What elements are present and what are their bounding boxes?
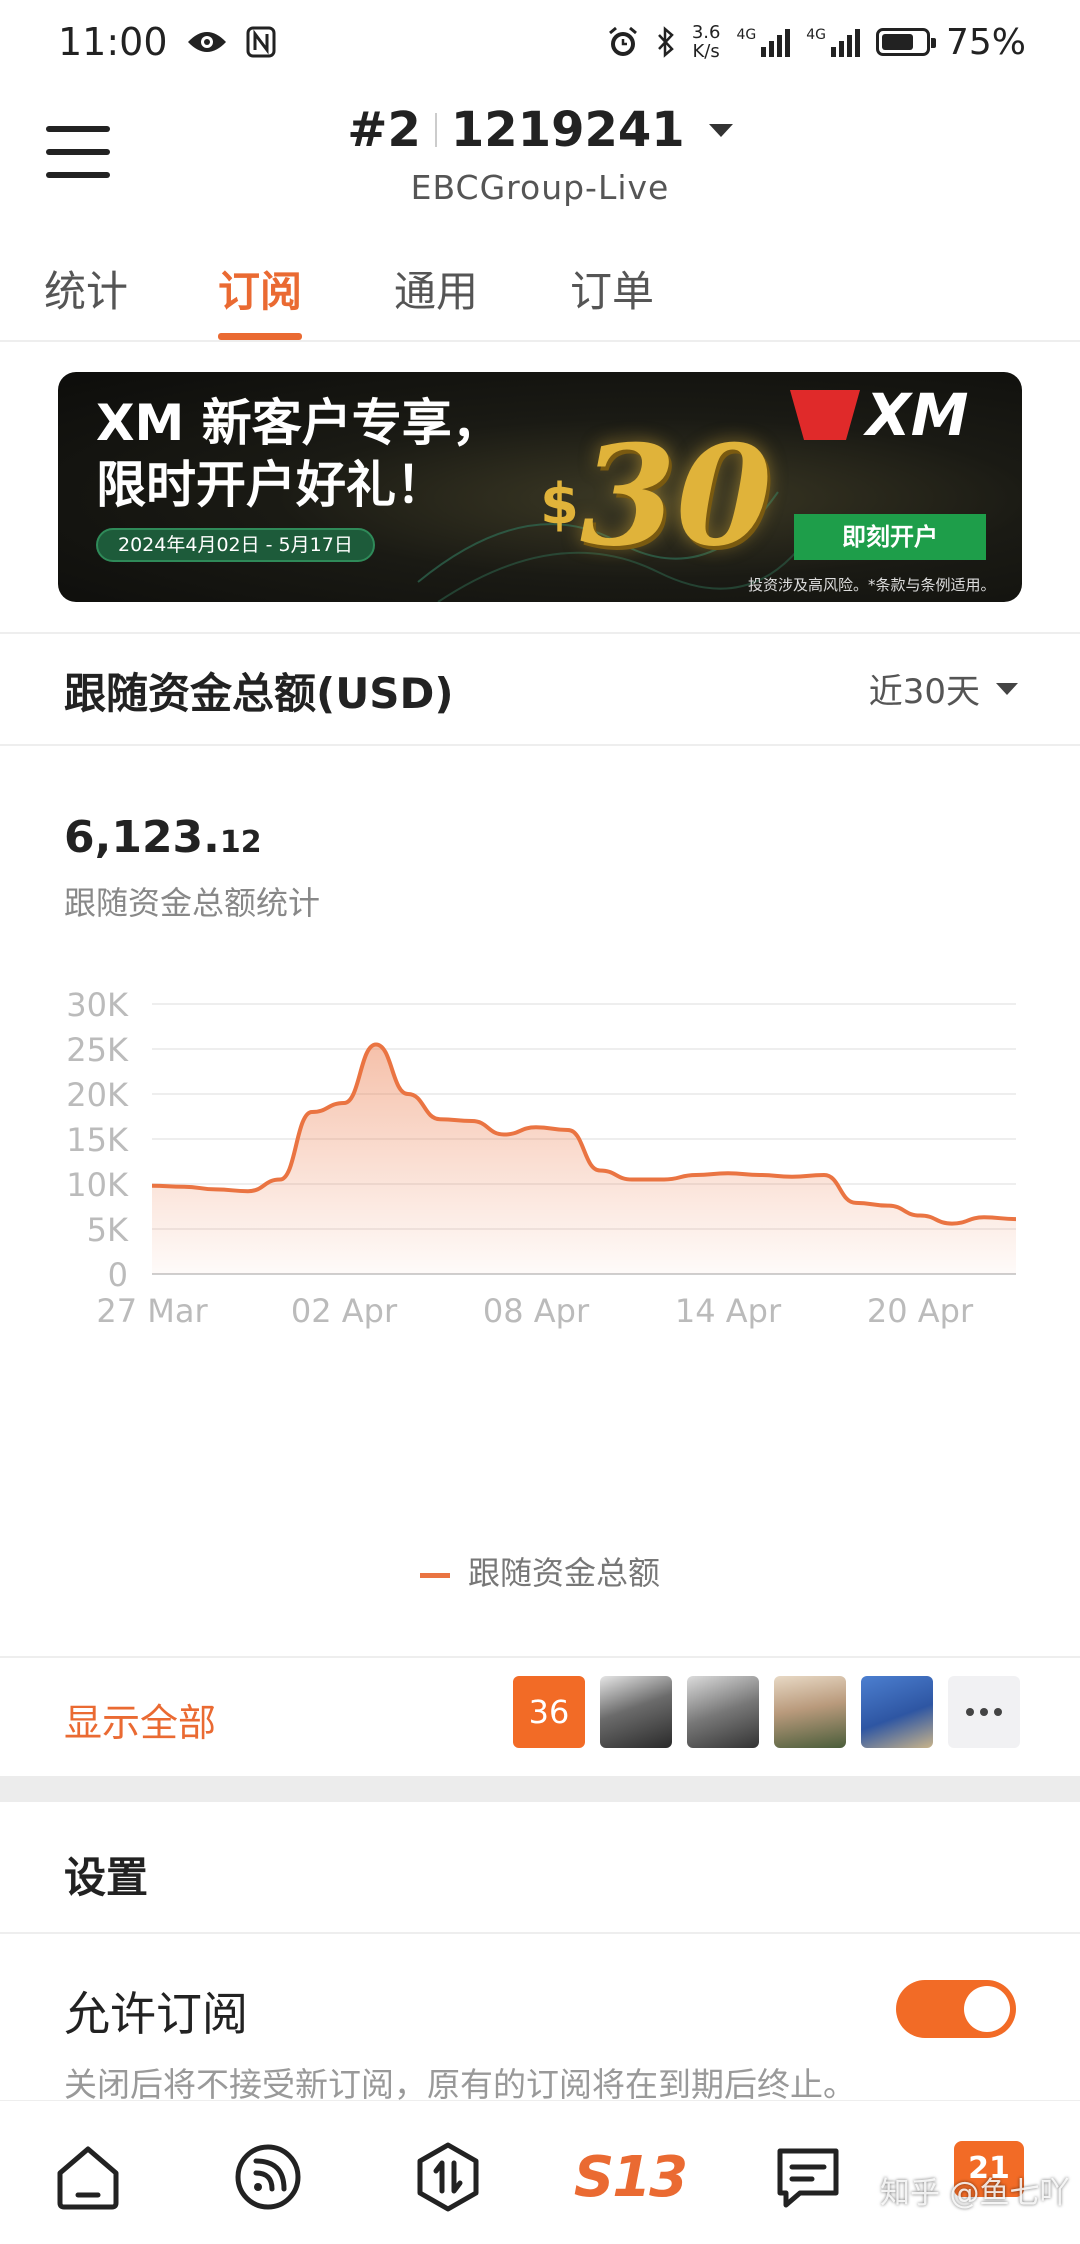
speed-value: 3.6 [691, 22, 721, 43]
tab-bar: 统计 订阅 通用 订单 [0, 238, 1080, 342]
x-tick-label: 02 Apr [291, 1292, 398, 1330]
legend-label: 跟随资金总额 [467, 1554, 660, 1592]
network-speed: 3.6 K/s [692, 23, 721, 61]
status-time: 11:00 [58, 20, 168, 64]
watermark: 知乎 @鱼七吖 [880, 2176, 1070, 2211]
tab-statistics[interactable]: 统计 [44, 258, 128, 338]
signal-feed-icon [235, 2144, 301, 2210]
open-account-button[interactable]: 即刻开户 [794, 514, 986, 560]
battery-percent: 75% [945, 21, 1026, 63]
nav-messages[interactable] [768, 2137, 848, 2217]
y-tick-label: 10K [66, 1166, 129, 1204]
avatar[interactable] [774, 1676, 846, 1748]
period-selector[interactable]: 近30天 [869, 664, 1018, 713]
subscriber-avatars: 36 [513, 1676, 1020, 1748]
toggle-knob [964, 1986, 1010, 2032]
tab-label: 通用 [394, 267, 479, 316]
promo-banner[interactable]: XM 新客户专享， 限时开户好礼！ 2024年4月02日 - 5月17日 $ 3… [58, 372, 1022, 602]
account-server: EBCGroup-Live [410, 168, 670, 207]
x-tick-label: 27 Mar [96, 1292, 208, 1330]
tab-orders[interactable]: 订单 [570, 258, 654, 338]
amount-label: 跟随资金总额统计 [64, 884, 321, 922]
tab-label: 统计 [44, 267, 129, 316]
subscribers-row: 显示全部 36 [0, 1656, 1080, 1776]
signal-bars-icon [830, 29, 860, 57]
signal-1: 4G [736, 27, 791, 57]
x-tick-label: 14 Apr [675, 1292, 782, 1330]
period-label: 近30天 [868, 672, 980, 712]
allow-subscription-label: 允许订阅 [64, 1987, 248, 2041]
home-icon [57, 2146, 119, 2210]
y-tick-label: 25K [66, 1031, 129, 1069]
eye-icon [187, 32, 226, 52]
show-all-link[interactable]: 显示全部 [64, 1692, 216, 1747]
trade-icon [417, 2142, 479, 2212]
nav-signals[interactable] [228, 2137, 308, 2217]
allow-subscription-description: 关闭后将不接受新订阅，原有的订阅将在到期后终止。 [64, 2065, 856, 2104]
xm-logo-text: XM [866, 381, 969, 449]
signal-2: 4G [806, 27, 860, 57]
y-tick-label: 15K [66, 1121, 129, 1159]
y-tick-label: 0 [108, 1256, 128, 1294]
nfc-icon [246, 26, 276, 58]
tab-label: 订阅 [218, 267, 303, 316]
battery-fill [881, 34, 914, 50]
settings-title: 设置 [64, 1853, 149, 1902]
alarm-icon [608, 26, 637, 56]
account-separator [434, 113, 437, 147]
tab-general[interactable]: 通用 [394, 258, 478, 338]
avatar[interactable] [600, 1676, 672, 1748]
y-tick-label: 20K [66, 1076, 129, 1114]
section-divider [0, 1776, 1080, 1802]
network-type-1: 4G [736, 27, 757, 43]
brand-logo: S13 [573, 2144, 688, 2210]
caret-down-icon [996, 682, 1018, 695]
series-area [152, 1044, 1016, 1274]
card-title: 跟随资金总额(USD) [64, 669, 454, 718]
legend-swatch [419, 1572, 450, 1578]
more-icon[interactable] [948, 1676, 1020, 1748]
bluetooth-icon [657, 26, 674, 58]
nav-home[interactable] [48, 2137, 128, 2217]
banner-dollar-sign: $ [540, 472, 579, 537]
avatar[interactable] [687, 1676, 759, 1748]
total-amount: 6,123.12 [64, 812, 262, 863]
signal-bars-icon [761, 29, 791, 57]
y-tick-label: 5K [87, 1211, 129, 1249]
battery-icon [875, 28, 936, 56]
banner-disclaimer: 投资涉及高风险。*条款与条例适用。 [748, 576, 996, 594]
y-tick-label: 30K [66, 986, 129, 1024]
speed-unit: K/s [692, 41, 720, 62]
nav-trade[interactable] [408, 2137, 488, 2217]
settings-header: 设置 [0, 1802, 1080, 1934]
area-chart: 0 5K 10K 15K 20K 25K 30K 27 Mar 02 Apr 08 Apr 14 A… [66, 986, 1017, 1330]
nav-brand[interactable]: S13 [570, 2137, 690, 2217]
amount-integer: 6,123. [64, 812, 220, 863]
xm-logo: XM [790, 381, 990, 449]
app-header: #2 1219241 EBCGroup-Live [0, 84, 1080, 228]
banner-amount: 30 [580, 414, 773, 577]
avatar[interactable] [861, 1676, 933, 1748]
account-selector[interactable]: #2 1219241 EBCGroup-Live [0, 102, 1080, 207]
x-tick-label: 08 Apr [483, 1292, 590, 1330]
xm-logo-mark [790, 390, 860, 440]
status-bar: 11:00 3.6 K/s 4G 4G 75% [0, 0, 1080, 84]
message-icon [777, 2148, 839, 2208]
tab-label: 订单 [570, 267, 655, 316]
tab-subscription[interactable]: 订阅 [218, 258, 303, 340]
subscriber-count-badge[interactable]: 36 [513, 1676, 585, 1748]
amount-decimal: 12 [219, 825, 262, 860]
allow-subscription-toggle[interactable] [896, 1980, 1016, 2038]
chart-legend: 跟随资金总额 [0, 1548, 1080, 1594]
account-index: #2 [347, 102, 421, 158]
active-tab-indicator [218, 333, 303, 340]
network-type-2: 4G [806, 27, 826, 43]
x-tick-label: 20 Apr [867, 1292, 974, 1330]
card-header: 跟随资金总额(USD) 近30天 [0, 634, 1080, 746]
follow-funds-card: 跟随资金总额(USD) 近30天 6,123.12 跟随资金总额统计 0 5K 10… [0, 632, 1080, 1776]
caret-down-icon [708, 123, 733, 137]
account-number: 1219241 [450, 102, 685, 158]
